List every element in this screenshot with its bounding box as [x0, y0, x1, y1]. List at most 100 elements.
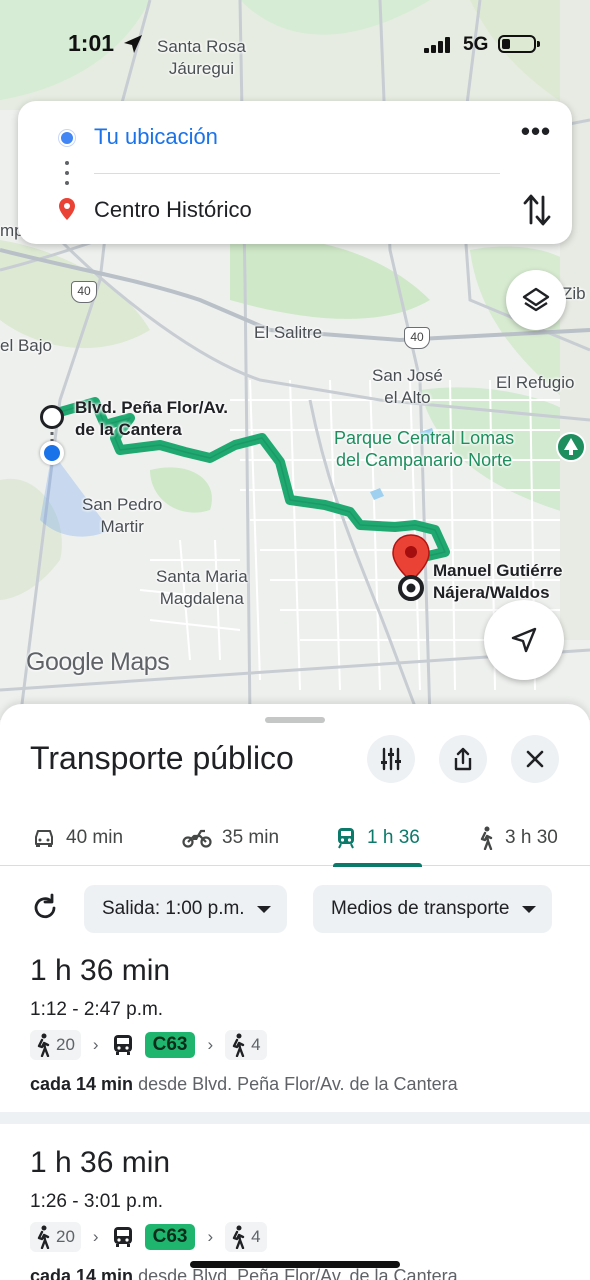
walk-icon — [37, 1225, 50, 1249]
motorcycle-icon — [182, 829, 212, 848]
status-bar: 1:01 5G — [0, 30, 590, 60]
route-duration: 1 h 36 min — [30, 954, 171, 987]
bottom-sheet: Transporte público 40 min 35 min 1 h 36 … — [0, 704, 590, 1280]
departure-time-label: Salida: 1:00 p.m. — [102, 898, 245, 919]
tab-car-label: 40 min — [66, 827, 124, 848]
route-frequency: cada 14 min desde Blvd. Peña Flor/Av. de… — [30, 1266, 458, 1280]
share-button[interactable] — [439, 735, 487, 783]
route-frequency: cada 14 min desde Blvd. Peña Flor/Av. de… — [30, 1074, 458, 1095]
map-label-san-jose: San José el Alto — [372, 366, 443, 407]
map-label-santa-maria: Santa Maria Magdalena — [156, 567, 248, 608]
tab-transit-label: 1 h 36 — [367, 827, 420, 848]
destination-input[interactable]: Centro Histórico — [94, 197, 252, 223]
transit-icon — [338, 828, 354, 849]
google-maps-logo: Google Maps — [26, 648, 170, 676]
origin-dot-icon — [59, 130, 75, 146]
tab-motorcycle-label: 35 min — [222, 827, 280, 848]
more-options-icon[interactable]: ••• — [518, 118, 554, 151]
current-location-dot — [40, 441, 64, 465]
walk-minutes: 20 — [56, 1035, 75, 1054]
destination-pin-icon — [392, 534, 430, 601]
map-label-start-stop: Blvd. Peña Flor/Av. de la Cantera — [75, 398, 229, 439]
walk-step: 4 — [225, 1222, 267, 1252]
location-arrow-icon — [124, 35, 142, 53]
highway-shield-40-east: 40 — [404, 327, 430, 349]
frequency-interval: cada 14 min — [30, 1266, 134, 1280]
swap-icon[interactable] — [522, 193, 552, 227]
bus-icon — [113, 1227, 132, 1247]
transport-modes-chip[interactable]: Medios de transporte — [313, 885, 552, 933]
navigation-arrow-icon — [511, 627, 537, 653]
status-time: 1:01 — [68, 30, 115, 56]
walk-step: 20 — [30, 1030, 81, 1060]
frequency-interval: cada 14 min — [30, 1074, 134, 1094]
map-label-el-bajo: el Bajo — [0, 336, 52, 355]
route-separator — [0, 1112, 590, 1124]
chevron-right-icon: › — [207, 1227, 214, 1246]
home-indicator — [190, 1261, 400, 1268]
directions-search-card: Tu ubicación Centro Histórico ••• — [18, 101, 572, 244]
layers-icon — [522, 287, 550, 312]
layers-button[interactable] — [506, 270, 566, 330]
walk-minutes: 4 — [251, 1227, 261, 1246]
bus-line-badge: C63 — [144, 1224, 196, 1250]
destination-pin-small-icon — [59, 198, 75, 220]
sheet-drag-handle[interactable] — [265, 717, 325, 723]
recenter-button[interactable] — [484, 600, 564, 680]
map-label-santa-rosa: Santa Rosa Jáuregui — [157, 37, 246, 78]
tab-walk-label: 3 h 30 — [505, 827, 558, 848]
map-label-el-salitre: El Salitre — [254, 323, 323, 342]
map-label-san-pedro: San Pedro Martir — [82, 495, 163, 536]
departure-time-chip[interactable]: Salida: 1:00 p.m. — [84, 885, 287, 933]
frequency-origin: desde Blvd. Peña Flor/Av. de la Cantera — [138, 1266, 458, 1280]
tab-motorcycle[interactable]: 35 min — [182, 810, 279, 866]
bus-line-badge: C63 — [144, 1032, 196, 1058]
travel-mode-tabs: 40 min 35 min 1 h 36 3 h 30 — [0, 810, 590, 867]
map-label-end-stop: Manuel Gutiérre Nájera/Waldos — [433, 561, 563, 602]
route-start-circle — [40, 405, 64, 429]
highway-shield-40: 40 — [71, 281, 97, 303]
route-options-button[interactable] — [367, 735, 415, 783]
origin-input[interactable]: Tu ubicación — [94, 124, 218, 150]
route-times: 1:12 - 2:47 p.m. — [30, 999, 164, 1020]
map-label-el-refugio: El Refugio — [496, 373, 575, 392]
search-divider — [94, 173, 500, 174]
walk-minutes: 20 — [56, 1227, 75, 1246]
walk-step: 4 — [225, 1030, 267, 1060]
close-button[interactable] — [511, 735, 559, 783]
filter-row: Salida: 1:00 p.m. Medios de transporte — [0, 885, 590, 933]
chevron-down-icon — [521, 905, 536, 913]
walk-minutes: 4 — [251, 1035, 261, 1054]
route-times: 1:26 - 3:01 p.m. — [30, 1191, 164, 1212]
network-type: 5G — [463, 34, 489, 55]
park-tree-icon — [556, 432, 586, 462]
route-option-1[interactable]: 1 h 36 min 1:12 - 2:47 p.m. 20 › C63 › 4… — [0, 954, 590, 1104]
transport-modes-label: Medios de transporte — [331, 898, 510, 919]
walk-icon — [480, 826, 493, 850]
frequency-origin: desde Blvd. Peña Flor/Av. de la Cantera — [138, 1074, 458, 1094]
walk-icon — [232, 1225, 245, 1249]
close-icon — [526, 750, 544, 768]
map-label-parque: Parque Central Lomas del Campanario Nort… — [334, 428, 515, 470]
tab-walk[interactable]: 3 h 30 — [477, 810, 558, 866]
route-steps: 20 › C63 › 4 — [30, 1222, 267, 1252]
chevron-down-icon — [256, 905, 271, 913]
car-icon — [35, 830, 53, 847]
sheet-title: Transporte público — [30, 740, 294, 776]
chevron-right-icon: › — [92, 1035, 99, 1054]
active-tab-indicator — [333, 863, 422, 867]
walk-icon — [37, 1033, 50, 1057]
walk-icon — [232, 1033, 245, 1057]
chevron-right-icon: › — [207, 1035, 214, 1054]
share-icon — [454, 747, 472, 771]
signal-icon — [424, 37, 450, 53]
route-option-2[interactable]: 1 h 36 min 1:26 - 3:01 p.m. 20 › C63 › 4… — [0, 1146, 590, 1280]
chevron-right-icon: › — [92, 1227, 99, 1246]
tab-transit[interactable]: 1 h 36 — [333, 810, 422, 867]
battery-icon — [498, 35, 540, 53]
dotted-connector-icon — [65, 161, 69, 191]
refresh-icon[interactable] — [30, 893, 60, 923]
bus-icon — [113, 1035, 132, 1055]
route-duration: 1 h 36 min — [30, 1146, 171, 1179]
tab-car[interactable]: 40 min — [32, 810, 123, 866]
